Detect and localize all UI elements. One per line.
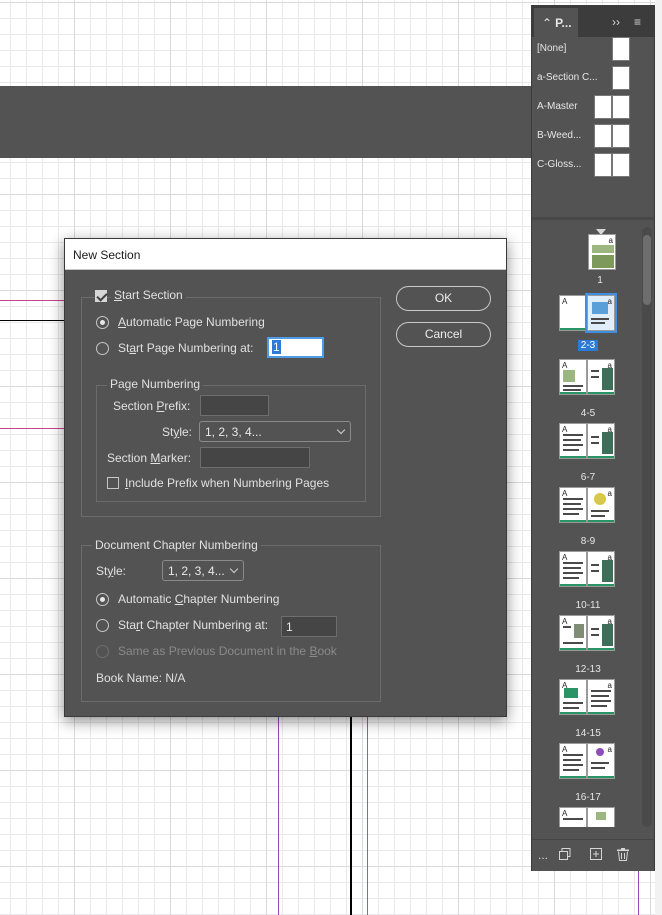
master-page-thumb-left bbox=[594, 153, 612, 177]
tab-pages[interactable]: ⌃ P... bbox=[534, 8, 578, 37]
page-thumb: A bbox=[559, 359, 587, 395]
bleed-guide bbox=[0, 300, 64, 301]
panel-header: ⌃ P... ›› ≡ bbox=[532, 5, 654, 37]
book-name-text: Book Name: N/A bbox=[96, 671, 186, 685]
start-chapter-numbering-radio[interactable] bbox=[96, 619, 109, 632]
start-page-number-input[interactable]: 1 bbox=[267, 337, 324, 358]
master-page-thumb bbox=[612, 37, 630, 61]
start-page-numbering-radio[interactable] bbox=[96, 342, 109, 355]
automatic-chapter-numbering-radio[interactable] bbox=[96, 593, 109, 606]
panel-divider[interactable] bbox=[532, 217, 654, 220]
collapse-panel-icon[interactable]: ›› bbox=[612, 15, 620, 29]
master-row-b-weed[interactable]: B-Weed... bbox=[532, 122, 654, 151]
page-thumb: a bbox=[587, 615, 615, 651]
page-thumb: A bbox=[559, 423, 587, 459]
start-chapter-numbering-label[interactable]: Start Chapter Numbering at: bbox=[118, 618, 268, 632]
tab-arrows-icon: ⌃ bbox=[542, 16, 553, 30]
page-thumb: a bbox=[587, 487, 615, 523]
trash-icon[interactable] bbox=[617, 848, 629, 864]
chapter-style-dropdown[interactable]: 1, 2, 3, 4... bbox=[162, 560, 244, 581]
spread-10-11[interactable]: A a 10-11 bbox=[558, 551, 618, 611]
pages-panel: ⌃ P... ›› ≡ [None] a-Section C... A-Maste… bbox=[531, 5, 655, 871]
ok-button[interactable]: OK bbox=[396, 286, 491, 311]
spread-14-15[interactable]: A a 14-15 bbox=[558, 679, 618, 739]
page-thumb bbox=[587, 807, 615, 827]
spread-2-3[interactable]: A a 2-3 bbox=[558, 293, 618, 355]
master-page-thumb-left bbox=[594, 95, 612, 119]
start-page-numbering-label[interactable]: Start Page Numbering at: bbox=[118, 341, 253, 355]
new-section-dialog: New Section Start Section Automatic Page… bbox=[64, 238, 507, 717]
page-thumb: A bbox=[559, 295, 587, 331]
same-as-previous-label: Same as Previous Document in the Book bbox=[118, 644, 337, 658]
automatic-page-numbering-radio[interactable] bbox=[96, 316, 109, 329]
spread-1[interactable]: a 1 bbox=[558, 229, 618, 289]
chevron-down-icon bbox=[229, 564, 239, 574]
spread-6-7[interactable]: A a 6-7 bbox=[558, 423, 618, 483]
cancel-button[interactable]: Cancel bbox=[396, 322, 491, 347]
panel-menu-icon[interactable]: ≡ bbox=[634, 15, 641, 29]
page-thumb: A bbox=[559, 743, 587, 779]
page-thumb: a bbox=[587, 423, 615, 459]
scrollbar-thumb[interactable] bbox=[643, 235, 651, 305]
master-page-thumb-right bbox=[612, 153, 630, 177]
section-prefix-label: Section Prefix: bbox=[113, 399, 191, 413]
spread-12-13[interactable]: A a 12-13 bbox=[558, 615, 618, 675]
section-prefix-input[interactable] bbox=[200, 395, 269, 416]
page-style-dropdown[interactable]: 1, 2, 3, 4... bbox=[199, 421, 351, 442]
dialog-title: New Section bbox=[73, 248, 141, 262]
page-thumb: a bbox=[587, 359, 615, 395]
master-row-a-master[interactable]: A-Master bbox=[532, 93, 654, 122]
section-marker-label: Section Marker: bbox=[107, 451, 192, 465]
master-row-c-gloss[interactable]: C-Gloss... bbox=[532, 151, 654, 180]
page-thumb: a bbox=[587, 679, 615, 715]
pages-scrollbar[interactable] bbox=[642, 227, 652, 827]
same-as-previous-radio bbox=[96, 645, 109, 658]
page-edge-vertical bbox=[350, 717, 352, 915]
dialog-titlebar[interactable]: New Section bbox=[65, 239, 506, 270]
column-guide-right bbox=[638, 871, 639, 915]
start-chapter-number-input[interactable]: 1 bbox=[281, 616, 337, 637]
master-row-none[interactable]: [None] bbox=[532, 35, 654, 64]
margin-guide-vertical bbox=[367, 717, 368, 915]
page-thumb: A bbox=[559, 551, 587, 587]
include-prefix-checkbox[interactable] bbox=[107, 477, 119, 489]
chevron-down-icon bbox=[336, 425, 346, 435]
start-section-label[interactable]: Start Section bbox=[111, 288, 186, 302]
master-row-a-section[interactable]: a-Section C... bbox=[532, 64, 654, 93]
style-label: Style: bbox=[162, 425, 193, 439]
page-thumb: a bbox=[587, 551, 615, 587]
section-marker-input[interactable] bbox=[200, 447, 310, 468]
margin-guide bbox=[0, 428, 64, 429]
page-thumb: A bbox=[559, 487, 587, 523]
page-thumb: A bbox=[559, 615, 587, 651]
spread-partial[interactable]: A bbox=[558, 807, 618, 827]
start-section-checkbox[interactable] bbox=[95, 290, 107, 302]
automatic-chapter-numbering-label[interactable]: Automatic Chapter Numbering bbox=[118, 592, 279, 606]
panel-footer: ... bbox=[532, 839, 654, 871]
spread-8-9[interactable]: A a 8-9 bbox=[558, 487, 618, 547]
automatic-page-numbering-label[interactable]: Automatic Page Numbering bbox=[118, 315, 265, 329]
master-page-thumb-right bbox=[612, 124, 630, 148]
page-numbering-title: Page Numbering bbox=[107, 377, 204, 391]
spread-16-17[interactable]: A a 16-17 bbox=[558, 743, 618, 803]
page-edge-line bbox=[0, 320, 64, 321]
page-thumb: a bbox=[587, 743, 615, 779]
page-thumb: A bbox=[559, 679, 587, 715]
page-thumb: a bbox=[585, 293, 617, 333]
column-guide bbox=[278, 717, 279, 915]
more-options-icon[interactable]: ... bbox=[538, 848, 548, 862]
include-prefix-label[interactable]: Include Prefix when Numbering Pages bbox=[125, 476, 329, 490]
master-page-thumb bbox=[612, 66, 630, 90]
chapter-style-label: Style: bbox=[96, 564, 127, 578]
master-page-thumb-left bbox=[594, 124, 612, 148]
chapter-numbering-title: Document Chapter Numbering bbox=[92, 538, 261, 552]
window-edge bbox=[655, 0, 662, 915]
page-thumb: a bbox=[588, 234, 616, 270]
page-thumb: A bbox=[559, 807, 587, 827]
pasteboard-band bbox=[0, 86, 532, 158]
edit-page-size-icon[interactable] bbox=[559, 848, 573, 863]
spread-4-5[interactable]: A a 4-5 bbox=[558, 359, 618, 419]
master-page-thumb-right bbox=[612, 95, 630, 119]
new-page-icon[interactable] bbox=[590, 848, 602, 863]
